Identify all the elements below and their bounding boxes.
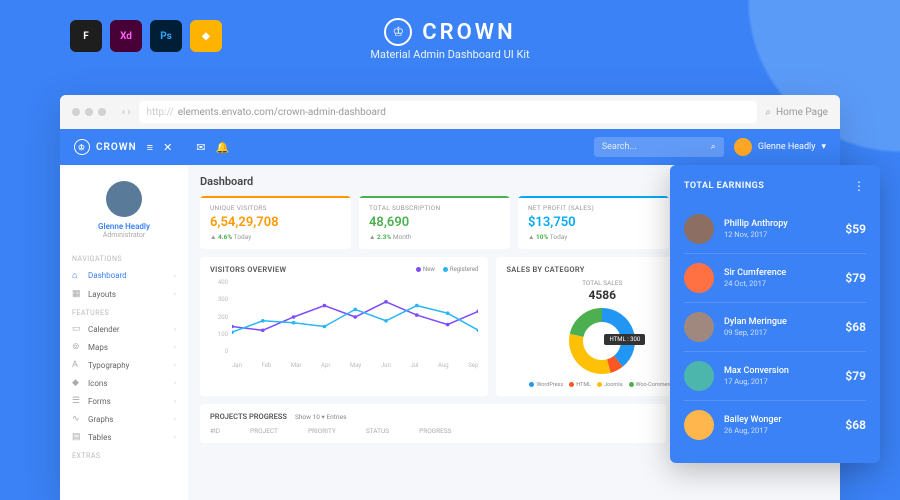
avatar <box>684 410 714 440</box>
sidebar: Glenne Headly Administrator NAVIGATIONS⌂… <box>60 165 188 500</box>
chart-tooltip: HTML : 300 <box>604 334 645 345</box>
nav-icon: ◆ <box>72 378 82 388</box>
avatar <box>684 312 714 342</box>
app-logo[interactable]: ♔ CROWN <box>74 139 137 155</box>
earnings-row[interactable]: Dylan Meringue09 Sep, 2017$68 <box>684 303 866 352</box>
earnings-row[interactable]: Phillip Anthropy12 Nov, 2017$59 <box>684 205 866 254</box>
chevron-down-icon: ▾ <box>821 142 826 152</box>
chart-title: VISITORS OVERVIEW <box>210 265 286 274</box>
avatar <box>106 181 142 217</box>
stat-card: NET PROFIT (SALES)$13,750▲ 10% Today <box>518 196 669 249</box>
sidebar-item-maps[interactable]: ⊚Maps› <box>60 338 188 356</box>
sidebar-item-calender[interactable]: ▭Calender› <box>60 320 188 338</box>
nav-arrows[interactable]: ‹ › <box>122 107 131 118</box>
nav-icon: A <box>72 360 82 370</box>
earnings-title: TOTAL EARNINGS <box>684 181 764 191</box>
nav-icon: ☰ <box>72 396 82 406</box>
visitors-chart-card: VISITORS OVERVIEW NewRegistered 40030020… <box>200 257 488 396</box>
search-icon: ⌕ <box>765 107 771 118</box>
avatar <box>734 138 752 156</box>
chevron-right-icon: › <box>174 361 176 369</box>
sidebar-item-tables[interactable]: ▤Tables› <box>60 428 188 446</box>
crown-icon: ♔ <box>384 18 412 46</box>
avatar <box>684 214 714 244</box>
nav-icon: ▦ <box>72 289 82 299</box>
search-input[interactable]: ⌕ <box>594 137 724 157</box>
sidebar-item-typography[interactable]: ATypography› <box>60 356 188 374</box>
chevron-right-icon: › <box>174 433 176 441</box>
nav-icon: ⌂ <box>72 270 82 281</box>
avatar <box>684 361 714 391</box>
sidebar-item-icons[interactable]: ◆Icons› <box>60 374 188 392</box>
sidebar-item-layouts[interactable]: ▦Layouts› <box>60 285 188 303</box>
page-title: Dashboard <box>200 175 253 188</box>
sidebar-item-graphs[interactable]: ∿Graphs› <box>60 410 188 428</box>
nav-icon: ∿ <box>72 414 82 424</box>
earnings-row[interactable]: Max Conversion17 Aug, 2017$79 <box>684 352 866 401</box>
stat-card: TOTAL SUBSCRIPTION48,690▲ 2.3% Month <box>359 196 510 249</box>
url-bar[interactable]: http:// elements.envato.com/crown-admin-… <box>139 101 758 123</box>
home-button[interactable]: ⌕ Home Page <box>765 107 828 118</box>
nav-icon: ▤ <box>72 432 82 442</box>
chart-title: SALES BY CATEGORY <box>506 265 584 274</box>
menu-icon[interactable]: ≡ <box>147 141 153 154</box>
browser-chrome: ‹ › http:// elements.envato.com/crown-ad… <box>60 95 840 129</box>
avatar <box>684 263 714 293</box>
chevron-right-icon: › <box>174 397 176 405</box>
chevron-right-icon: › <box>174 379 176 387</box>
earnings-panel: TOTAL EARNINGS ⋮ Phillip Anthropy12 Nov,… <box>670 165 880 463</box>
earnings-row[interactable]: Sir Cumference24 Oct, 2017$79 <box>684 254 866 303</box>
nav-icon: ▭ <box>72 324 82 334</box>
bell-icon[interactable]: 🔔 <box>216 141 230 154</box>
chart-legend: NewRegistered <box>416 266 478 273</box>
projects-card: PROJECTS PROGRESS Show 10 ▾ Entries #IDP… <box>200 404 666 443</box>
chevron-right-icon: › <box>174 272 176 280</box>
app-header: ♔ CROWN ≡ ✕ ✉ 🔔 ⌕ Glenne Headly ▾ <box>60 129 840 165</box>
search-icon: ⌕ <box>711 142 716 152</box>
user-menu[interactable]: Glenne Headly ▾ <box>734 138 826 156</box>
sidebar-section-label: EXTRAS <box>60 446 188 463</box>
chevron-right-icon: › <box>174 290 176 298</box>
stat-card: UNIQUE VISITORS6,54,29,708▲ 4.6% Today <box>200 196 351 249</box>
chevron-right-icon: › <box>174 325 176 333</box>
nav-icon: ⊚ <box>72 342 82 352</box>
sidebar-item-forms[interactable]: ☰Forms› <box>60 392 188 410</box>
sidebar-section-label: FEATURES <box>60 303 188 320</box>
sidebar-section-label: NAVIGATIONS <box>60 249 188 266</box>
chevron-right-icon: › <box>174 415 176 423</box>
sidebar-item-dashboard[interactable]: ⌂Dashboard› <box>60 266 188 285</box>
earnings-row[interactable]: Bailey Wonger26 Aug, 2017$68 <box>684 401 866 449</box>
crown-icon: ♔ <box>74 139 90 155</box>
expand-icon[interactable]: ✕ <box>163 141 172 154</box>
mail-icon[interactable]: ✉ <box>196 141 205 154</box>
hero-title: CROWN <box>422 20 515 45</box>
sidebar-profile[interactable]: Glenne Headly Administrator <box>60 175 188 249</box>
more-icon[interactable]: ⋮ <box>853 179 866 193</box>
hero-subtitle: Material Admin Dashboard UI Kit <box>0 48 900 61</box>
chevron-right-icon: › <box>174 343 176 351</box>
